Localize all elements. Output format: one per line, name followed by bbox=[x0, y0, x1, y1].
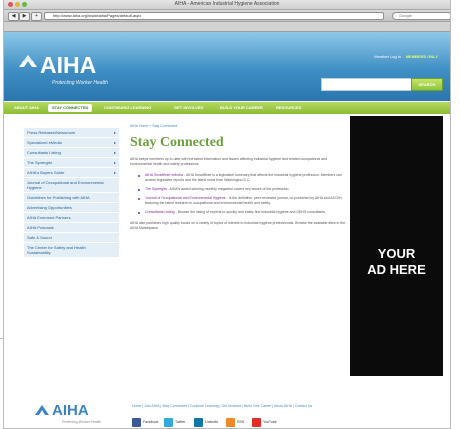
nav-tab[interactable]: STAY CONNECTED bbox=[48, 104, 93, 112]
sidebar-item[interactable]: The Synergist ▸ bbox=[24, 158, 119, 168]
social-icon bbox=[164, 417, 173, 427]
outro-paragraph: AIHA also publishes high quality books o… bbox=[130, 221, 346, 230]
sidebar-item[interactable]: AIHA Podcasts bbox=[24, 223, 119, 233]
resource-list: AIHA SmartBrief eMedia - AIHA SmartBrief… bbox=[130, 173, 347, 215]
sidebar-item-label: The Synergist bbox=[27, 160, 52, 165]
sidebar-item-label: AIHA Endorsed Partners bbox=[27, 215, 71, 220]
footer-tagline: Protecting Worker Health bbox=[62, 420, 102, 424]
chevron-right-icon: ▸ bbox=[113, 160, 116, 165]
resource-description: - Browse the listing of experts to quick… bbox=[174, 210, 326, 214]
nav-tab[interactable]: ABOUT AIHA bbox=[14, 104, 39, 112]
social-label: LinkedIn bbox=[205, 420, 219, 424]
advertisement-banner[interactable]: YOUR AD HERE bbox=[350, 116, 443, 376]
resource-item: The Synergist - AIHA's award-winning mon… bbox=[138, 187, 347, 192]
social-icon bbox=[194, 417, 203, 427]
forward-button[interactable]: ▶ bbox=[19, 12, 30, 21]
address-bar[interactable]: http://www.aiha.org/insideaiha/Pages/def… bbox=[44, 12, 384, 20]
chevron-right-icon: ▸ bbox=[113, 140, 116, 145]
chevron-right-icon: ▸ bbox=[113, 150, 116, 155]
sidebar-item-label: Journal of Occupational and Environmenta… bbox=[27, 180, 104, 190]
social-icon bbox=[132, 417, 141, 427]
sidebar-item[interactable]: The Center for Safety and Health Sustain… bbox=[24, 243, 119, 258]
resource-item: Journal of Occupational and Environmenta… bbox=[138, 196, 347, 206]
social-link[interactable]: RSS bbox=[226, 417, 244, 427]
social-link[interactable]: YouTube bbox=[252, 417, 277, 427]
social-label: RSS bbox=[237, 420, 245, 424]
header-links: Member Log In MEMBERS ONLY bbox=[374, 54, 438, 59]
sidebar-item[interactable]: Journal of Occupational and Environmenta… bbox=[24, 178, 119, 193]
site-tagline: Protecting Worker Health bbox=[52, 80, 108, 86]
browser-toolbar: ◀ ▶ + http://www.aiha.org/insideaiha/Pag… bbox=[4, 10, 450, 22]
resource-link[interactable]: The Synergist bbox=[145, 187, 167, 191]
sidebar-item[interactable]: Advertising Opportunities bbox=[24, 203, 119, 213]
breadcrumb[interactable]: AIHA Home > Stay Connected bbox=[130, 124, 347, 128]
sidebar-item-label: Specialized eMedia bbox=[27, 140, 62, 145]
social-link[interactable]: Facebook bbox=[132, 417, 158, 427]
resource-link[interactable]: Consultants Listing bbox=[145, 210, 175, 214]
social-icon bbox=[252, 417, 261, 427]
sidebar-item-label: Consultants Listing bbox=[27, 150, 61, 155]
sidebar-item[interactable]: Guidelines for Publishing with AIHA bbox=[24, 193, 119, 203]
aiha-site: AIHA Protecting Worker Health Member Log… bbox=[4, 32, 450, 428]
sidebar-item-label: Press Releases/Newsroom bbox=[27, 130, 76, 135]
social-label: Twitter bbox=[175, 420, 186, 424]
intro-paragraph: AIHA keeps members up to date with the l… bbox=[130, 157, 328, 166]
chevron-right-icon: ▸ bbox=[113, 170, 116, 175]
nav-tab[interactable]: RESOURCES bbox=[276, 104, 301, 112]
ad-line-2: AD HERE bbox=[367, 262, 426, 277]
nav-tab[interactable]: GET INVOLVED bbox=[174, 104, 203, 112]
add-bookmark-button[interactable]: + bbox=[31, 12, 42, 21]
footer-logo[interactable]: AIHA bbox=[52, 402, 89, 419]
site-header: AIHA Protecting Worker Health Member Log… bbox=[4, 32, 450, 101]
resource-link[interactable]: AIHA SmartBrief eMedia bbox=[145, 173, 183, 177]
main-content: AIHA Home > Stay Connected Stay Connecte… bbox=[130, 124, 347, 231]
sidebar-item-label: AIHA's Buyers Guide bbox=[27, 170, 65, 175]
resource-description: - AIHA's award-winning monthly magazine … bbox=[166, 187, 290, 191]
back-button[interactable]: ◀ bbox=[8, 12, 19, 21]
sidebar-item-label: Safe & Sound bbox=[27, 235, 52, 240]
social-icon bbox=[226, 417, 235, 427]
sidebar-item-label: AIHA Podcasts bbox=[27, 225, 54, 230]
footer-links[interactable]: Home | Join AIHA | Stay Connected | Cont… bbox=[132, 404, 312, 408]
sidebar-item[interactable]: AIHA Endorsed Partners bbox=[24, 213, 119, 223]
sidebar-item[interactable]: Safe & Sound bbox=[24, 233, 119, 243]
chevron-right-icon: ▸ bbox=[113, 130, 116, 135]
sidebar-item-label: Guidelines for Publishing with AIHA bbox=[27, 195, 90, 200]
footer-logo-icon bbox=[35, 405, 49, 415]
resource-link[interactable]: Journal of Occupational and Environmenta… bbox=[145, 196, 226, 200]
sidebar-item[interactable]: Specialized eMedia ▸ bbox=[24, 138, 119, 148]
login-link[interactable]: Member Log In bbox=[374, 54, 401, 59]
social-label: YouTube bbox=[263, 420, 277, 424]
window-title: AIHA - American Industrial Hygiene Assoc… bbox=[174, 1, 280, 7]
resource-item: Consultants Listing - Browse the listing… bbox=[138, 210, 347, 215]
bookmarks-bar: AppleYahoo!Google MapsYouTubeWikipediaNe… bbox=[4, 22, 450, 36]
aiha-logo-icon bbox=[19, 55, 37, 67]
nav-tab[interactable]: CONTINUING LEARNING bbox=[104, 104, 151, 112]
ad-line-1: YOUR bbox=[377, 246, 416, 261]
sidebar-menu: Press Releases/Newsroom ▸ Specialized eMed… bbox=[24, 128, 119, 258]
sidebar-item[interactable]: Press Releases/Newsroom ▸ bbox=[24, 128, 119, 138]
browser-window: AIHA - American Industrial Hygiene Assoc… bbox=[3, 0, 451, 429]
resource-item: AIHA SmartBrief eMedia - AIHA SmartBrief… bbox=[138, 173, 347, 183]
social-link[interactable]: Twitter bbox=[164, 417, 185, 427]
sidebar-item-label: Advertising Opportunities bbox=[27, 205, 72, 210]
nav-tab[interactable]: BUILD YOUR CAREER bbox=[220, 104, 263, 112]
page-title: Stay Connected bbox=[130, 135, 224, 150]
site-logo[interactable]: AIHA bbox=[40, 52, 96, 79]
site-search-button[interactable]: SEARCH bbox=[411, 78, 443, 91]
main-navigation: ABOUT AIHA STAY CONNECTED CONTINUING LEARN… bbox=[4, 102, 450, 114]
browser-search-field[interactable]: Google bbox=[392, 12, 450, 20]
social-label: Facebook bbox=[143, 420, 159, 424]
sidebar-item[interactable]: AIHA's Buyers Guide ▸ bbox=[24, 168, 119, 178]
social-link[interactable]: LinkedIn bbox=[194, 417, 218, 427]
window-titlebar: AIHA - American Industrial Hygiene Assoc… bbox=[4, 0, 450, 10]
sidebar-item[interactable]: Consultants Listing ▸ bbox=[24, 148, 119, 158]
site-search-input[interactable] bbox=[321, 78, 413, 91]
members-only-link[interactable]: MEMBERS ONLY bbox=[406, 54, 438, 59]
sidebar-item-label: The Center for Safety and Health Sustain… bbox=[27, 245, 86, 255]
